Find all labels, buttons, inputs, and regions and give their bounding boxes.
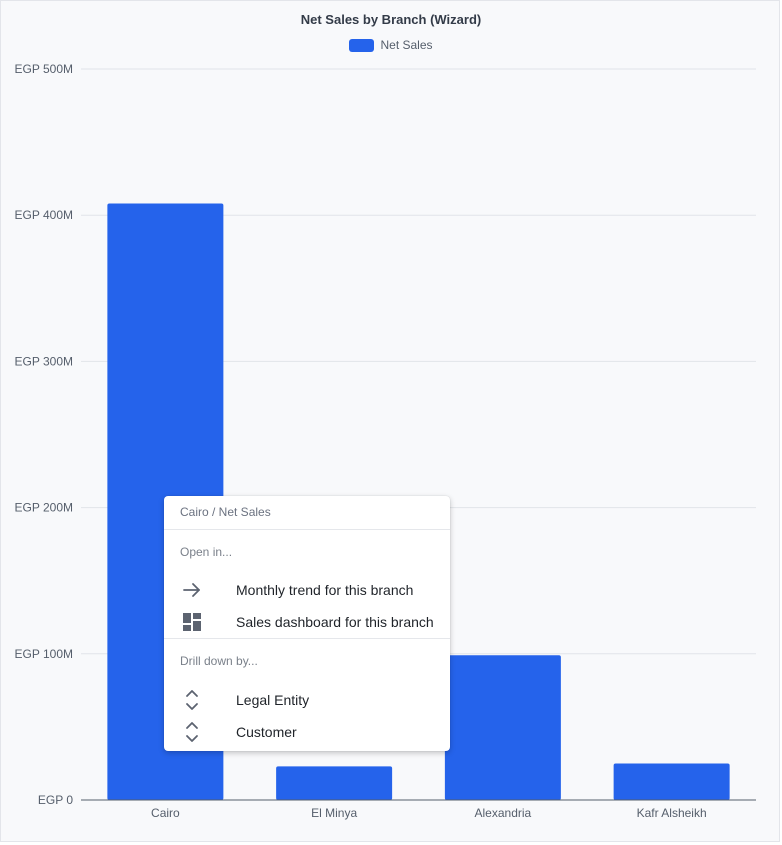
y-tick-label: EGP 100M — [15, 647, 73, 661]
chevron-up-down-icon — [180, 720, 204, 744]
menu-item-label: Legal Entity — [236, 692, 310, 708]
y-tick-label: EGP 200M — [15, 501, 73, 515]
x-tick-label: Cairo — [151, 806, 180, 820]
dashboard-icon — [180, 610, 204, 634]
drill-down-section-label: Drill down by... — [180, 654, 258, 668]
menu-item-legal-entity[interactable]: Legal Entity — [164, 684, 450, 716]
menu-item-label: Customer — [236, 724, 297, 740]
menu-item-label: Sales dashboard for this branch — [236, 614, 434, 630]
x-tick-label: El Minya — [311, 806, 357, 820]
y-tick-label: EGP 0 — [38, 793, 73, 807]
menu-item-monthly-trend[interactable]: Monthly trend for this branch — [164, 574, 450, 606]
menu-item-label: Monthly trend for this branch — [236, 582, 414, 598]
x-tick-label: Kafr Alsheikh — [637, 806, 707, 820]
bar-alexandria[interactable] — [444, 655, 561, 800]
x-tick-label: Alexandria — [475, 806, 532, 820]
chevron-up-down-icon — [180, 688, 204, 712]
y-tick-label: EGP 500M — [15, 62, 73, 76]
bar-el-minya[interactable] — [276, 766, 393, 800]
menu-item-sales-dashboard[interactable]: Sales dashboard for this branch — [164, 606, 450, 638]
y-tick-label: EGP 300M — [15, 354, 73, 368]
context-menu: Cairo / Net Sales Open in... Monthly tre… — [164, 496, 450, 751]
context-menu-header: Cairo / Net Sales — [164, 496, 450, 530]
menu-item-customer[interactable]: Customer — [164, 716, 450, 748]
bar-kafr-alsheikh[interactable] — [613, 763, 730, 800]
arrow-right-icon — [180, 578, 204, 602]
open-in-section-label: Open in... — [180, 545, 233, 559]
y-tick-label: EGP 400M — [15, 208, 73, 222]
